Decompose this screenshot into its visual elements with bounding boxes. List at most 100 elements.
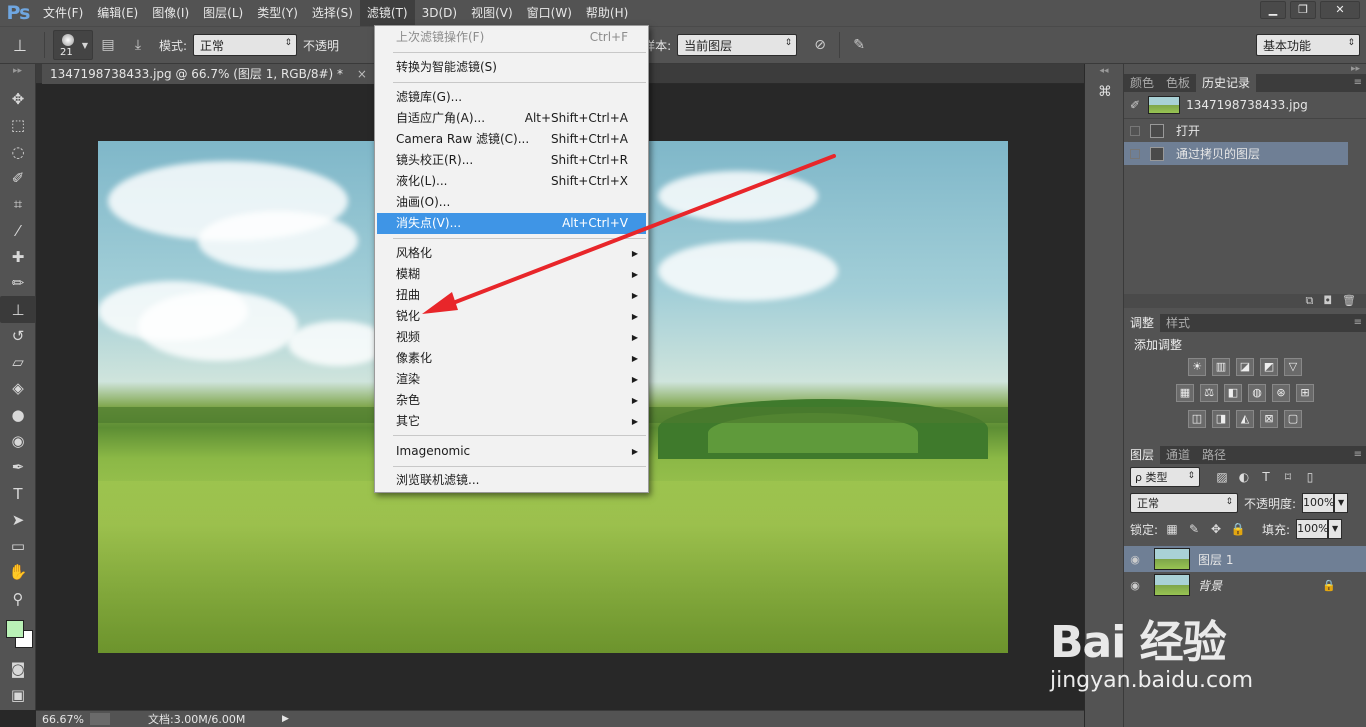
channel-mixer-icon[interactable]: ⊛ [1272, 384, 1290, 402]
healing-brush-tool-icon[interactable]: ✚ [0, 244, 36, 270]
foreground-color-swatch[interactable] [6, 619, 24, 638]
filter-pixel-icon[interactable]: ▨ [1214, 469, 1230, 485]
layer-filter-select[interactable]: ρ 类型 ⇕ [1130, 467, 1200, 487]
posterize-icon[interactable]: ◨ [1212, 410, 1230, 428]
fill-field[interactable]: 100% ▼ [1296, 519, 1343, 539]
menu-item-imagenomic[interactable]: Imagenomic ▶ [377, 441, 646, 462]
menu-edit[interactable]: 编辑(E) [90, 0, 145, 26]
panel-menu-icon[interactable]: ≡ [1354, 77, 1362, 88]
threshold-icon[interactable]: ◭ [1236, 410, 1254, 428]
paint-bucket-tool-icon[interactable]: ◈ [0, 375, 36, 401]
trash-icon[interactable]: 🗑 [1342, 294, 1356, 308]
panel-menu-icon[interactable]: ≡ [1354, 317, 1362, 328]
tab-styles[interactable]: 样式 [1160, 314, 1196, 332]
opacity-field[interactable]: 100% ▼ [1302, 493, 1349, 513]
lock-image-icon[interactable]: ✎ [1186, 521, 1202, 537]
quick-mask-icon[interactable]: ◙ [0, 656, 36, 682]
pen-tool-icon[interactable]: ✒ [0, 454, 36, 480]
type-tool-icon[interactable]: T [0, 480, 36, 506]
filter-smart-object-icon[interactable]: ▯ [1302, 469, 1318, 485]
history-step[interactable]: 打开 [1124, 119, 1366, 142]
menu-item-render[interactable]: 渲染 ▶ [377, 369, 646, 390]
mode-select[interactable]: 正常 ⇕ [193, 34, 298, 56]
clone-source-icon[interactable]: ⤓ [125, 32, 151, 58]
lock-transparent-icon[interactable]: ▦ [1164, 521, 1180, 537]
menu-3d[interactable]: 3D(D) [415, 0, 464, 26]
tab-adjustments[interactable]: 调整 [1124, 314, 1161, 332]
layer-row[interactable]: ◉ 背景 🔒 [1124, 572, 1366, 598]
pressure-icon[interactable]: ✎ [846, 32, 872, 58]
menu-image[interactable]: 图像(I) [145, 0, 196, 26]
brush-tool-icon[interactable]: ✏ [0, 270, 36, 296]
status-menu-arrow-icon[interactable]: ▶ [282, 714, 289, 724]
hue-saturation-icon[interactable]: ▦ [1176, 384, 1194, 402]
menu-item-blur[interactable]: 模糊 ▶ [377, 264, 646, 285]
filter-type-icon[interactable]: T [1258, 469, 1274, 485]
eye-icon[interactable]: ◉ [1124, 553, 1146, 566]
eraser-tool-icon[interactable]: ▱ [0, 349, 36, 375]
quick-selection-tool-icon[interactable]: ✐ [0, 165, 36, 191]
sample-select[interactable]: 当前图层 ⇕ [677, 34, 798, 56]
path-selection-tool-icon[interactable]: ➤ [0, 507, 36, 533]
history-step-checkbox[interactable] [1130, 125, 1140, 136]
menu-item-filter-gallery[interactable]: 滤镜库(G)... [377, 87, 646, 108]
rectangle-tool-icon[interactable]: ▭ [0, 533, 36, 559]
crop-tool-icon[interactable]: ⌗ [0, 191, 36, 217]
photo-filter-icon[interactable]: ◍ [1248, 384, 1266, 402]
eyedropper-tool-icon[interactable]: ⁄ [0, 217, 36, 243]
menu-item-vanishing-point[interactable]: 消失点(V)... Alt+Ctrl+V [377, 213, 646, 234]
menu-item-noise[interactable]: 杂色 ▶ [377, 390, 646, 411]
menu-view[interactable]: 视图(V) [464, 0, 520, 26]
history-snapshot[interactable]: ✐ 1347198738433.jpg [1124, 92, 1366, 118]
minimize-button[interactable]: ▁ [1260, 1, 1286, 19]
clone-stamp-tool-preset-icon[interactable]: ⊥ [0, 30, 40, 60]
tab-layers[interactable]: 图层 [1124, 446, 1161, 464]
menu-select[interactable]: 选择(S) [305, 0, 360, 26]
close-tab-icon[interactable]: × [357, 67, 367, 81]
history-brush-icon[interactable]: ✐ [1130, 98, 1140, 112]
blur-tool-icon[interactable]: ● [0, 402, 36, 428]
brush-preset-picker[interactable]: 21 ▼ [53, 30, 93, 60]
screen-mode-icon[interactable]: ▣ [0, 682, 36, 708]
fill-value[interactable]: 100% [1296, 519, 1329, 539]
filter-shape-icon[interactable]: ⌑ [1280, 469, 1296, 485]
filter-adjustment-icon[interactable]: ◐ [1236, 469, 1252, 485]
tab-color[interactable]: 颜色 [1124, 74, 1160, 92]
menu-item-lens-correction[interactable]: 镜头校正(R)... Shift+Ctrl+R [377, 150, 646, 171]
move-tool-icon[interactable]: ✥ [0, 86, 36, 112]
workspace-select[interactable]: 基本功能 ⇕ [1256, 34, 1360, 56]
blend-mode-select[interactable]: 正常 ⇕ [1130, 493, 1238, 513]
eye-icon[interactable]: ◉ [1124, 579, 1146, 592]
menu-file[interactable]: 文件(F) [36, 0, 90, 26]
menu-type[interactable]: 类型(Y) [250, 0, 305, 26]
menu-item-sharpen[interactable]: 锐化 ▶ [377, 306, 646, 327]
curves-icon[interactable]: ◪ [1236, 358, 1254, 376]
panel-collapse-icon[interactable]: ◂◂ [1085, 66, 1123, 76]
brush-panel-icon[interactable]: ▤ [95, 32, 121, 58]
lock-all-icon[interactable]: 🔒 [1230, 521, 1246, 537]
menu-item-stylize[interactable]: 风格化 ▶ [377, 243, 646, 264]
menu-item-last-filter[interactable]: 上次滤镜操作(F) Ctrl+F [377, 27, 646, 48]
menu-filter[interactable]: 滤镜(T) [359, 0, 415, 26]
menu-item-liquify[interactable]: 液化(L)... Shift+Ctrl+X [377, 171, 646, 192]
panel-collapse-icon[interactable]: ▸▸ [1124, 64, 1366, 74]
tab-history[interactable]: 历史记录 [1196, 74, 1257, 92]
menu-window[interactable]: 窗口(W) [520, 0, 579, 26]
menu-item-distort[interactable]: 扭曲 ▶ [377, 285, 646, 306]
menu-item-oil-paint[interactable]: 油画(O)... [377, 192, 646, 213]
gradient-map-icon[interactable]: ⊠ [1260, 410, 1278, 428]
restore-button[interactable]: ❐ [1290, 1, 1316, 19]
menu-item-browse-filters-online[interactable]: 浏览联机滤镜... [377, 470, 646, 491]
menu-layer[interactable]: 图层(L) [196, 0, 250, 26]
chevron-down-icon[interactable]: ▼ [1334, 493, 1349, 513]
invert-icon[interactable]: ◫ [1188, 410, 1206, 428]
layer-row[interactable]: ◉ 图层 1 [1124, 546, 1366, 572]
opacity-value[interactable]: 100% [1302, 493, 1335, 513]
exposure-icon[interactable]: ◩ [1260, 358, 1278, 376]
panel-collapse-icon[interactable]: ▸▸ [0, 64, 35, 86]
menu-item-other[interactable]: 其它 ▶ [377, 411, 646, 432]
black-white-icon[interactable]: ◧ [1224, 384, 1242, 402]
menu-item-pixelate[interactable]: 像素化 ▶ [377, 348, 646, 369]
hand-tool-icon[interactable]: ✋ [0, 559, 36, 585]
ignore-adjustment-layers-icon[interactable]: ⊘ [807, 32, 833, 58]
